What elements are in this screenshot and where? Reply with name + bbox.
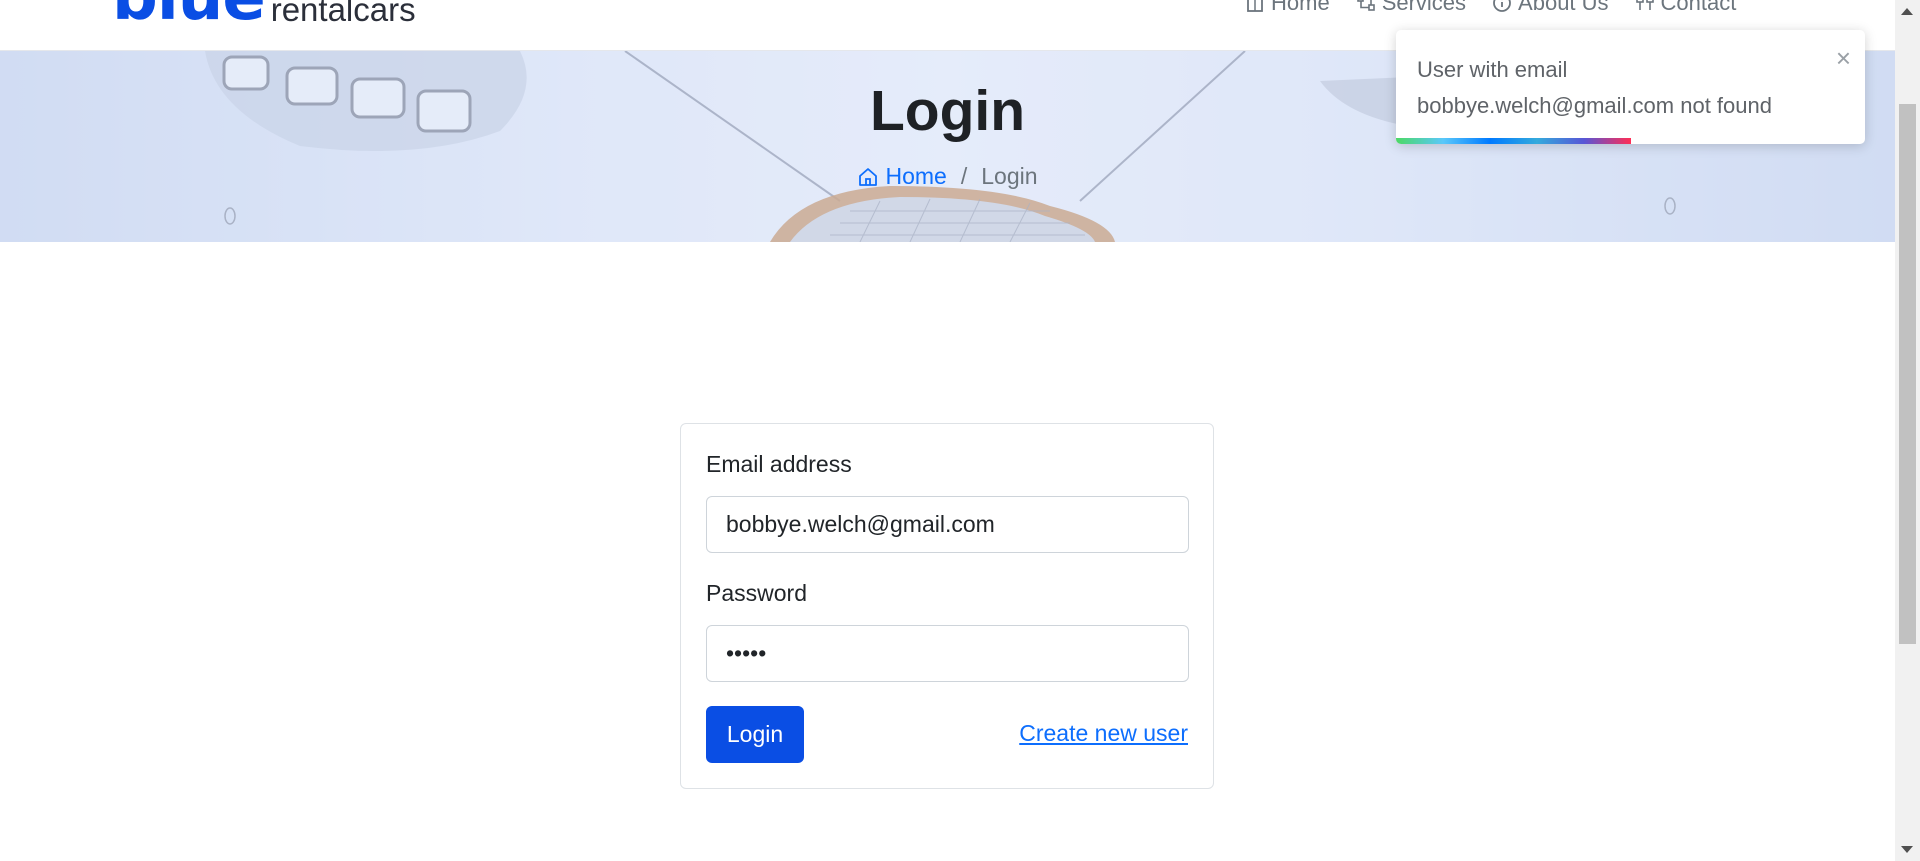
scroll-down-icon[interactable] [1901,846,1913,853]
nav-item-label: Home [1271,0,1330,15]
nav-item-home[interactable]: Home [1245,0,1330,16]
main-nav: Home Services About Us Contact [1245,0,1736,16]
email-label: Email address [706,451,852,477]
nav-item-label: Services [1381,0,1467,15]
nav-item-about[interactable]: About Us [1492,0,1609,16]
password-field[interactable] [706,625,1189,682]
nav-item-label: About Us [1518,0,1609,15]
nav-item-label: Contact [1660,0,1737,15]
password-label: Password [706,580,807,606]
breadcrumb-home-link[interactable]: Home [857,163,947,190]
toast-progress-bar [1396,138,1631,144]
email-field[interactable] [706,496,1189,553]
home-outline-icon [859,167,878,186]
home-icon [1247,0,1263,12]
login-form-card: Email address Password Login Create new … [680,423,1214,789]
toast-message: User with email bobbye.welch@gmail.com n… [1417,57,1772,118]
logo-secondary-text: rentalcars [270,0,416,28]
info-icon [1493,0,1511,12]
breadcrumb-home-label: Home [885,163,947,189]
scrollbar-thumb[interactable] [1899,104,1916,644]
contact-icon [1635,0,1654,10]
login-button[interactable]: Login [706,706,804,763]
nav-item-contact[interactable]: Contact [1635,0,1737,16]
brand-logo[interactable]: blue rentalcars [112,0,416,30]
breadcrumb-separator: / [960,163,968,189]
page-scrollbar[interactable] [1895,0,1920,861]
breadcrumb: Home / Login [0,163,1895,190]
close-icon[interactable]: × [1836,45,1851,71]
scroll-up-icon[interactable] [1901,8,1913,15]
error-toast: User with email bobbye.welch@gmail.com n… [1396,30,1865,144]
services-icon [1356,0,1375,11]
breadcrumb-current: Login [981,163,1038,189]
nav-item-services[interactable]: Services [1356,0,1466,16]
create-new-user-link[interactable]: Create new user [1019,720,1188,747]
logo-primary-text: blue [112,0,266,30]
